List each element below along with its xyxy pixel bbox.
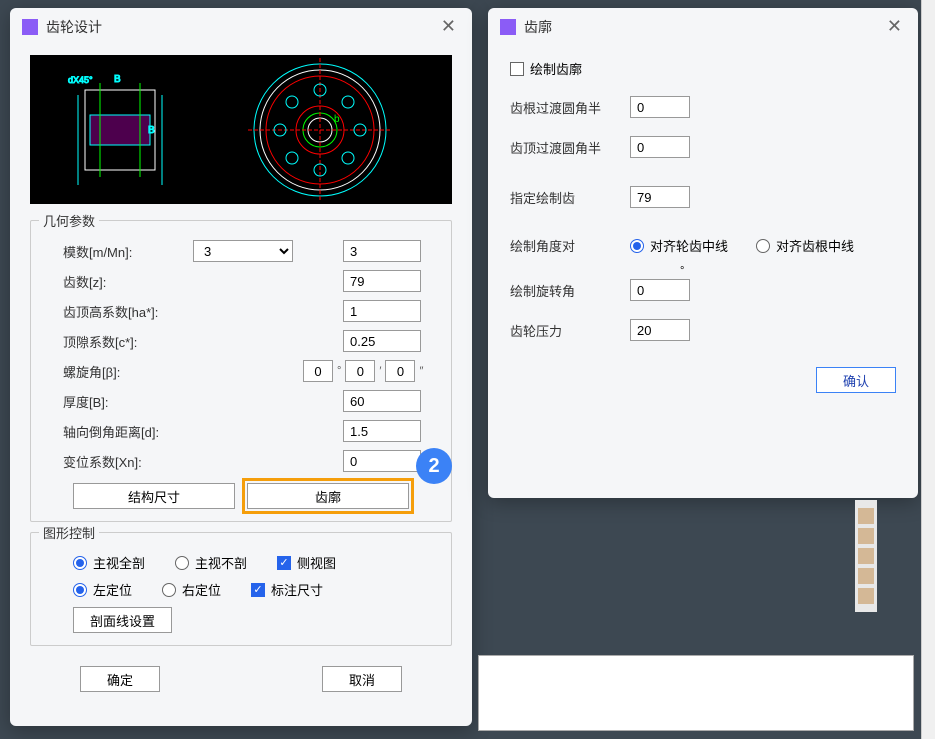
side-toolbar	[855, 500, 877, 612]
geometry-group: 几何参数 模数[m/Mn]: 3 齿数[z]: 齿顶高系数[ha*]: 顶隙系数…	[30, 220, 452, 522]
align-root-center-radio[interactable]: 对齐齿根中线	[756, 236, 854, 255]
chamfer-input[interactable]	[343, 420, 421, 442]
checkbox-icon	[277, 556, 291, 570]
root-fillet-input[interactable]	[630, 96, 690, 118]
radio-icon	[73, 556, 87, 570]
svg-text:B: B	[148, 125, 155, 136]
teeth-input[interactable]	[343, 270, 421, 292]
svg-text:b: b	[334, 114, 340, 125]
rotation-label: 绘制旋转角	[510, 281, 630, 300]
confirm-button[interactable]: 确认	[816, 367, 896, 393]
minute-mark: ′	[379, 365, 381, 377]
close-icon[interactable]: ✕	[437, 16, 460, 37]
pressure-input[interactable]	[630, 319, 690, 341]
radio-icon	[175, 556, 189, 570]
dialog-body: 绘制齿廓 齿根过渡圆角半 齿顶过渡圆角半 指定绘制齿 绘制角度对 对齐轮齿中线 …	[488, 45, 918, 407]
shift-label: 变位系数[Xn]:	[43, 452, 193, 471]
helix-deg-input[interactable]	[303, 360, 333, 382]
dim-label-checkbox[interactable]: 标注尺寸	[251, 580, 323, 599]
radio-icon	[162, 583, 176, 597]
modulus-select[interactable]: 3	[193, 240, 293, 262]
thickness-input[interactable]	[343, 390, 421, 412]
dialog-titlebar: 齿轮设计 ✕	[10, 8, 472, 45]
teeth-label: 齿数[z]:	[43, 272, 193, 291]
dialog-body: dX45° B B	[10, 45, 472, 708]
right-align-radio[interactable]: 右定位	[162, 580, 221, 599]
tooth-profile-button[interactable]: 齿廓	[247, 483, 409, 509]
angle-align-label: 绘制角度对	[510, 236, 630, 255]
folder-icon[interactable]	[858, 588, 874, 604]
structure-size-button[interactable]: 结构尺寸	[73, 483, 235, 509]
dialog-titlebar: 齿廓 ✕	[488, 8, 918, 45]
app-icon	[22, 19, 38, 35]
radio-icon	[756, 239, 770, 253]
dialog-title: 齿轮设计	[46, 17, 437, 37]
command-area[interactable]	[478, 655, 914, 731]
hatch-settings-button[interactable]: 剖面线设置	[73, 607, 172, 633]
radio-icon	[73, 583, 87, 597]
geometry-legend: 几何参数	[39, 211, 99, 230]
spec-teeth-input[interactable]	[630, 186, 690, 208]
dialog-footer: 确认	[510, 359, 896, 393]
root-fillet-label: 齿根过渡圆角半	[510, 98, 630, 117]
modulus-value-input[interactable]	[343, 240, 421, 262]
addendum-input[interactable]	[343, 300, 421, 322]
step-badge: 2	[416, 448, 452, 484]
checkbox-icon	[251, 583, 265, 597]
degree-mark: °	[680, 265, 684, 277]
right-panel-strip	[921, 0, 935, 739]
clearance-input[interactable]	[343, 330, 421, 352]
folder-icon[interactable]	[858, 528, 874, 544]
graphics-legend: 图形控制	[39, 523, 99, 542]
shift-input[interactable]	[343, 450, 421, 472]
tip-fillet-label: 齿顶过渡圆角半	[510, 138, 630, 157]
folder-icon[interactable]	[858, 508, 874, 524]
modulus-label: 模数[m/Mn]:	[43, 242, 193, 261]
helix-label: 螺旋角[β]:	[43, 362, 193, 381]
gear-design-dialog: 齿轮设计 ✕ dX45° B B	[10, 8, 472, 726]
ok-button[interactable]: 确定	[80, 666, 160, 692]
graphics-group: 图形控制 主视全剖 主视不剖 侧视图 左定位 右定位 标注尺寸 剖面线设置	[30, 532, 452, 646]
tip-fillet-input[interactable]	[630, 136, 690, 158]
draw-profile-checkbox[interactable]: 绘制齿廓	[510, 59, 896, 78]
radio-icon	[630, 239, 644, 253]
pressure-label: 齿轮压力	[510, 321, 630, 340]
folder-icon[interactable]	[858, 568, 874, 584]
thickness-label: 厚度[B]:	[43, 392, 193, 411]
spec-teeth-label: 指定绘制齿	[510, 188, 630, 207]
second-mark: ″	[419, 365, 423, 377]
helix-sec-input[interactable]	[385, 360, 415, 382]
svg-text:B: B	[114, 74, 121, 85]
align-tooth-center-radio[interactable]: 对齐轮齿中线	[630, 236, 728, 255]
svg-text:dX45°: dX45°	[68, 75, 93, 85]
folder-icon[interactable]	[858, 548, 874, 564]
helix-min-input[interactable]	[345, 360, 375, 382]
gear-diagram: dX45° B B	[30, 55, 452, 204]
dialog-title: 齿廓	[524, 17, 883, 37]
side-view-checkbox[interactable]: 侧视图	[277, 553, 336, 572]
app-icon	[500, 19, 516, 35]
main-no-section-radio[interactable]: 主视不剖	[175, 553, 247, 572]
main-full-section-radio[interactable]: 主视全剖	[73, 553, 145, 572]
dialog-footer: 确定 取消	[30, 656, 452, 692]
clearance-label: 顶隙系数[c*]:	[43, 332, 193, 351]
cancel-button[interactable]: 取消	[322, 666, 402, 692]
degree-mark: °	[337, 365, 341, 377]
close-icon[interactable]: ✕	[883, 16, 906, 37]
chamfer-label: 轴向倒角距离[d]:	[43, 422, 193, 441]
tooth-profile-dialog: 齿廓 ✕ 绘制齿廓 齿根过渡圆角半 齿顶过渡圆角半 指定绘制齿 绘制角度对 对齐…	[488, 8, 918, 498]
checkbox-icon	[510, 62, 524, 76]
addendum-label: 齿顶高系数[ha*]:	[43, 302, 193, 321]
rotation-input[interactable]	[630, 279, 690, 301]
left-align-radio[interactable]: 左定位	[73, 580, 132, 599]
